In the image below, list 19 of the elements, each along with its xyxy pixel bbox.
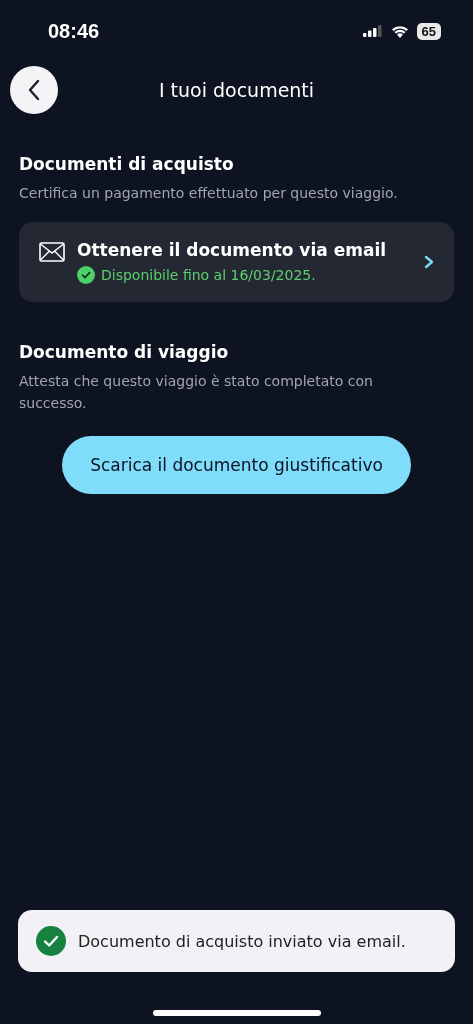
signal-icon xyxy=(362,25,383,37)
download-button[interactable]: Scarica il documento giustificativo xyxy=(62,436,411,494)
card-title: Ottenere il documento via email xyxy=(77,240,388,260)
section-title: Documenti di acquisto xyxy=(19,154,235,174)
section-description: Attesta che questo viaggio è stato completato con successo. xyxy=(19,372,374,413)
battery-level: 65 xyxy=(416,22,441,40)
check-circle-icon xyxy=(36,926,66,956)
availability-status: Disponibile fino al 16/03/2025. xyxy=(101,267,316,283)
email-document-card[interactable]: Ottenere il documento via email Disponibile fino al 16/03/2025. xyxy=(19,222,454,302)
check-circle-icon xyxy=(77,266,95,284)
chevron-right-icon xyxy=(424,255,434,269)
screen-title: I tuoi documenti xyxy=(158,79,315,101)
back-button[interactable] xyxy=(10,66,58,114)
envelope-icon xyxy=(39,242,65,262)
section-title: Documento di viaggio xyxy=(19,342,230,362)
section-description: Certifica un pagamento effettuato per questo viaggio. xyxy=(19,184,399,203)
wifi-icon xyxy=(390,24,409,38)
toast-message: Documento di acquisto inviato via email. xyxy=(78,931,406,951)
status-time: 08:46 xyxy=(48,19,100,43)
